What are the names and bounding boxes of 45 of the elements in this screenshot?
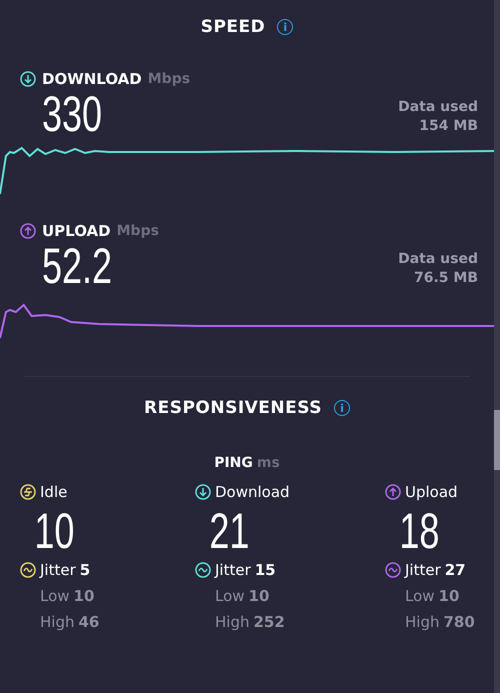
- jitter-label: Jitter: [40, 561, 76, 579]
- ping-value: 18: [398, 503, 440, 559]
- high-label: High: [40, 613, 74, 631]
- jitter-label: Jitter: [405, 561, 441, 579]
- ping-label: PING: [214, 455, 253, 471]
- unit-label: ms: [256, 455, 280, 471]
- high-label: High: [215, 613, 250, 631]
- jitter-icon: [20, 562, 36, 578]
- high-value: 252: [253, 613, 285, 631]
- speed-value: 52.2: [42, 240, 112, 292]
- info-button[interactable]: i: [334, 400, 350, 416]
- data-used-label: Data used: [398, 98, 478, 117]
- info-button[interactable]: i: [277, 19, 294, 35]
- data-used-value: 154 MB: [419, 117, 478, 136]
- low-value: 10: [438, 587, 460, 605]
- low-value: 10: [248, 587, 270, 605]
- speed-value: 330: [42, 88, 102, 140]
- scrollbar[interactable]: [494, 0, 500, 693]
- ping-value: 21: [208, 503, 250, 559]
- test-label: DOWNLOAD: [42, 70, 142, 88]
- ping-type-label: Upload: [405, 483, 458, 501]
- jitter-label: Jitter: [215, 561, 251, 579]
- data-used-value: 76.5 MB: [414, 269, 478, 288]
- test-label: UPLOAD: [42, 222, 111, 240]
- ping-type-label: Idle: [40, 483, 68, 501]
- ping-value: 10: [33, 503, 74, 559]
- jitter-value: 15: [254, 561, 276, 579]
- section-title: RESPONSIVENESS: [144, 398, 322, 418]
- low-value: 10: [74, 587, 94, 605]
- low-label: Low: [40, 587, 70, 605]
- high-label: High: [405, 613, 440, 631]
- high-value: 46: [78, 613, 100, 631]
- low-label: Low: [215, 587, 245, 605]
- low-label: Low: [405, 587, 435, 605]
- jitter-icon: [385, 562, 401, 578]
- unit-label: Mbps: [116, 223, 159, 239]
- jitter-value: 5: [80, 561, 90, 579]
- jitter-icon: [195, 562, 211, 578]
- scrollbar-thumb[interactable]: [494, 410, 500, 470]
- jitter-value: 27: [444, 561, 466, 579]
- ping-type-label: Download: [215, 483, 290, 501]
- section-title: SPEED: [200, 17, 266, 37]
- high-value: 780: [443, 613, 475, 631]
- unit-label: Mbps: [148, 71, 190, 87]
- data-used-label: Data used: [398, 250, 478, 269]
